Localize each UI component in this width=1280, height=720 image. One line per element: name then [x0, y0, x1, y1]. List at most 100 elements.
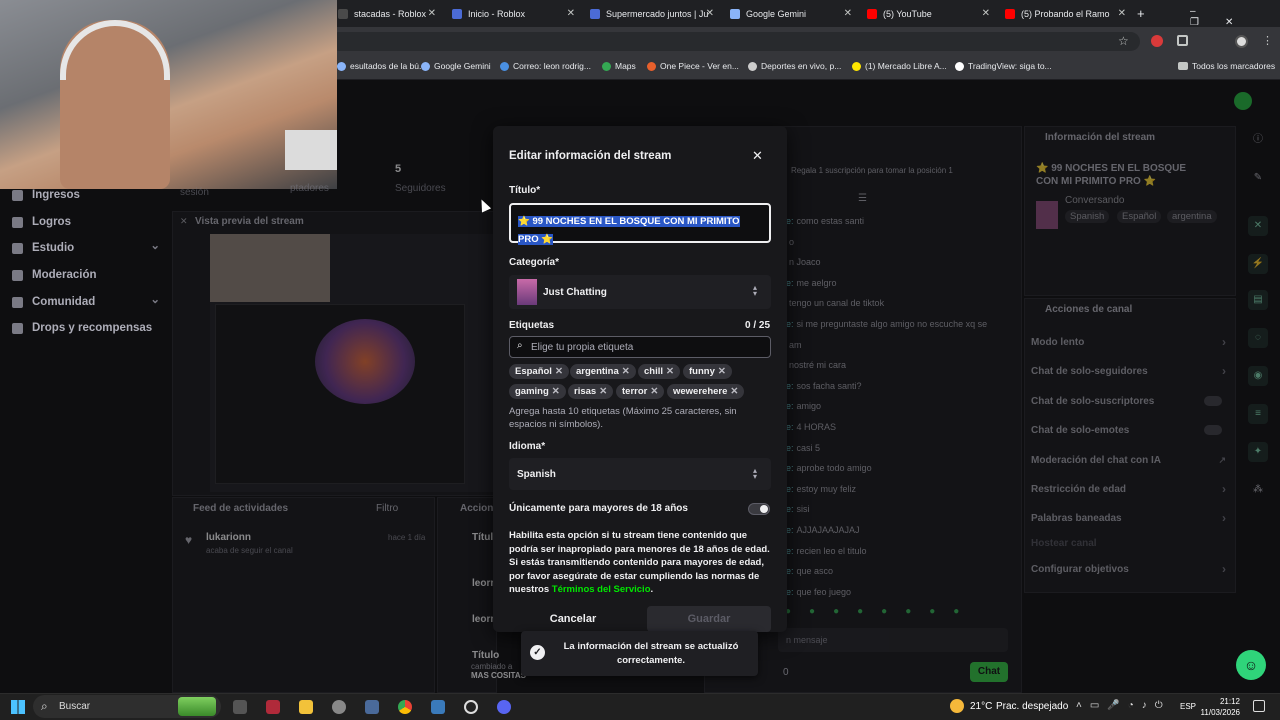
remove-tag-icon[interactable]: ✕: [666, 366, 674, 377]
bookmark-item[interactable]: Google Gemini: [421, 61, 491, 71]
remove-tag-icon[interactable]: ✕: [552, 386, 560, 397]
channel-action-item[interactable]: Chat de solo-suscriptores: [1031, 396, 1226, 407]
chat-username[interactable]: e:: [786, 463, 794, 473]
chat-username[interactable]: e:: [786, 401, 794, 411]
chat-username[interactable]: e:: [786, 546, 794, 556]
mature-toggle[interactable]: [748, 503, 770, 515]
language-select[interactable]: Spanish ▴ ▾: [509, 458, 771, 490]
taskbar-app-icon[interactable]: [266, 700, 280, 714]
bookmark-item[interactable]: Correo: leon rodrig...: [500, 61, 591, 71]
title-input[interactable]: ⭐ 99 NOCHES EN EL BOSQUE CON MI PRIMITO …: [509, 203, 771, 245]
bookmark-item[interactable]: (1) Mercado Libre A...: [852, 61, 947, 71]
category-select[interactable]: Just Chatting ▴ ▾: [509, 275, 771, 309]
file-explorer-icon[interactable]: [299, 700, 313, 714]
sidebar-item[interactable]: Ingresos: [12, 189, 160, 201]
rail-wrench-icon[interactable]: ✦: [1248, 442, 1268, 462]
weather-temp[interactable]: 21°C: [970, 701, 992, 712]
close-tab-icon[interactable]: ✕: [706, 8, 714, 19]
chat-username[interactable]: e:: [786, 566, 794, 576]
rail-tool-icon[interactable]: ✕: [1248, 216, 1268, 236]
discord-icon[interactable]: [497, 700, 511, 714]
close-icon[interactable]: ✕: [752, 148, 763, 164]
close-icon[interactable]: ✕: [180, 216, 188, 227]
bookmark-item[interactable]: One Piece - Ver en...: [647, 61, 739, 71]
browser-tab[interactable]: Inicio - Roblox ✕: [444, 0, 581, 27]
sidebar-item[interactable]: Moderación: [12, 269, 160, 281]
rail-chat-icon[interactable]: ◌: [1248, 328, 1268, 348]
feed-user[interactable]: lukarionn: [206, 532, 251, 543]
close-tab-icon[interactable]: ✕: [844, 8, 852, 19]
close-tab-icon[interactable]: ✕: [982, 8, 990, 19]
channel-action-item[interactable]: Palabras baneadas ›: [1031, 511, 1226, 525]
close-tab-icon[interactable]: ✕: [567, 8, 575, 19]
bookmark-item[interactable]: TradingView: siga to...: [955, 61, 1052, 71]
chat-username[interactable]: e:: [786, 504, 794, 514]
channel-action-item[interactable]: Chat de solo-emotes: [1031, 425, 1226, 436]
channel-action-item[interactable]: Restricción de edad ›: [1031, 482, 1226, 496]
rail-doc-icon[interactable]: ▤: [1248, 290, 1268, 310]
profile-avatar[interactable]: [1235, 35, 1248, 48]
tag-chip[interactable]: chill ✕: [638, 364, 680, 379]
channel-action-item[interactable]: Hostear canal: [1031, 538, 1226, 549]
channel-action-item[interactable]: Configurar objetivos ›: [1031, 562, 1226, 576]
puzzle-icon[interactable]: [1177, 35, 1188, 46]
chat-username[interactable]: e:: [786, 443, 794, 453]
chat-input[interactable]: n mensaje: [778, 628, 1008, 652]
channel-action-item[interactable]: Moderación del chat con IA ↗: [1031, 455, 1226, 466]
tag-chip[interactable]: Español ✕: [509, 364, 569, 379]
extension-icon[interactable]: [1151, 35, 1163, 47]
browser-tab[interactable]: Google Gemini ✕: [722, 0, 858, 27]
sidebar-item[interactable]: Comunidad ⌄: [12, 294, 160, 308]
remove-tag-icon[interactable]: ✕: [555, 366, 563, 377]
emote-bar[interactable]: ●●●●●●●●: [785, 606, 1010, 620]
window-controls[interactable]: –❐✕: [1190, 6, 1280, 28]
tag-chip[interactable]: terror ✕: [616, 384, 665, 399]
new-tab-button[interactable]: +: [1137, 6, 1145, 21]
tags-input[interactable]: ⌕ Elige tu propia etiqueta: [509, 336, 771, 358]
help-chat-icon[interactable]: ☺: [1236, 650, 1266, 680]
tag-chip[interactable]: risas ✕: [568, 384, 614, 399]
bookmark-item[interactable]: Maps: [602, 61, 636, 71]
bookmark-item[interactable]: esultados de la bú...: [337, 61, 426, 71]
calculator-icon[interactable]: [365, 700, 379, 714]
rail-share-icon[interactable]: ⁂: [1248, 480, 1268, 500]
notifications-icon[interactable]: [1253, 700, 1265, 712]
remove-tag-icon[interactable]: ✕: [730, 386, 738, 397]
rail-bolt-icon[interactable]: ⚡: [1248, 254, 1268, 274]
windows-start-icon[interactable]: [11, 700, 25, 714]
save-button[interactable]: Guardar: [647, 606, 771, 632]
chat-username[interactable]: e:: [786, 587, 794, 597]
close-tab-icon[interactable]: ✕: [428, 8, 436, 19]
browser-tab[interactable]: (5) Probando el Ramo ✕: [997, 0, 1132, 27]
remove-tag-icon[interactable]: ✕: [599, 386, 607, 397]
close-tab-icon[interactable]: ✕: [1118, 8, 1126, 19]
chat-username[interactable]: e:: [786, 216, 794, 226]
chat-username[interactable]: e:: [786, 422, 794, 432]
feed-filter-button[interactable]: Filtro: [376, 503, 398, 514]
chat-filter-icon[interactable]: ☰: [858, 193, 867, 204]
clock[interactable]: 21:12 11/03/2026: [1200, 696, 1240, 718]
channel-action-item[interactable]: Chat de solo-seguidores ›: [1031, 364, 1226, 378]
chat-username[interactable]: e:: [786, 484, 794, 494]
tag-chip[interactable]: argentina ✕: [570, 364, 636, 379]
channel-action-item[interactable]: Modo lento ›: [1031, 335, 1226, 349]
browser-tab[interactable]: (5) YouTube ✕: [859, 0, 996, 27]
remove-tag-icon[interactable]: ✕: [622, 366, 630, 377]
settings-icon[interactable]: [332, 700, 346, 714]
toggle-switch[interactable]: [1204, 425, 1222, 435]
toggle-switch[interactable]: [1204, 396, 1222, 406]
rail-list-icon[interactable]: ≡: [1248, 404, 1268, 424]
star-icon[interactable]: ☆: [1118, 34, 1129, 48]
browser-tab[interactable]: stacadas - Roblox ✕: [330, 0, 442, 27]
obs-icon[interactable]: [464, 700, 478, 714]
tag-chip[interactable]: funny ✕: [683, 364, 732, 379]
terms-link[interactable]: Términos del Servicio: [552, 584, 651, 595]
system-tray-icons[interactable]: ˄▭🎤◔♪⏻: [1076, 700, 1171, 711]
edit-icon[interactable]: ✎: [1248, 168, 1268, 188]
chat-username[interactable]: e:: [786, 319, 794, 329]
chat-username[interactable]: e:: [786, 381, 794, 391]
taskbar-app-icon[interactable]: [431, 700, 445, 714]
task-view-icon[interactable]: [233, 700, 247, 714]
rail-broadcast-icon[interactable]: ◉: [1248, 366, 1268, 386]
browser-tab[interactable]: Supermercado juntos | Ju ✕: [582, 0, 720, 27]
